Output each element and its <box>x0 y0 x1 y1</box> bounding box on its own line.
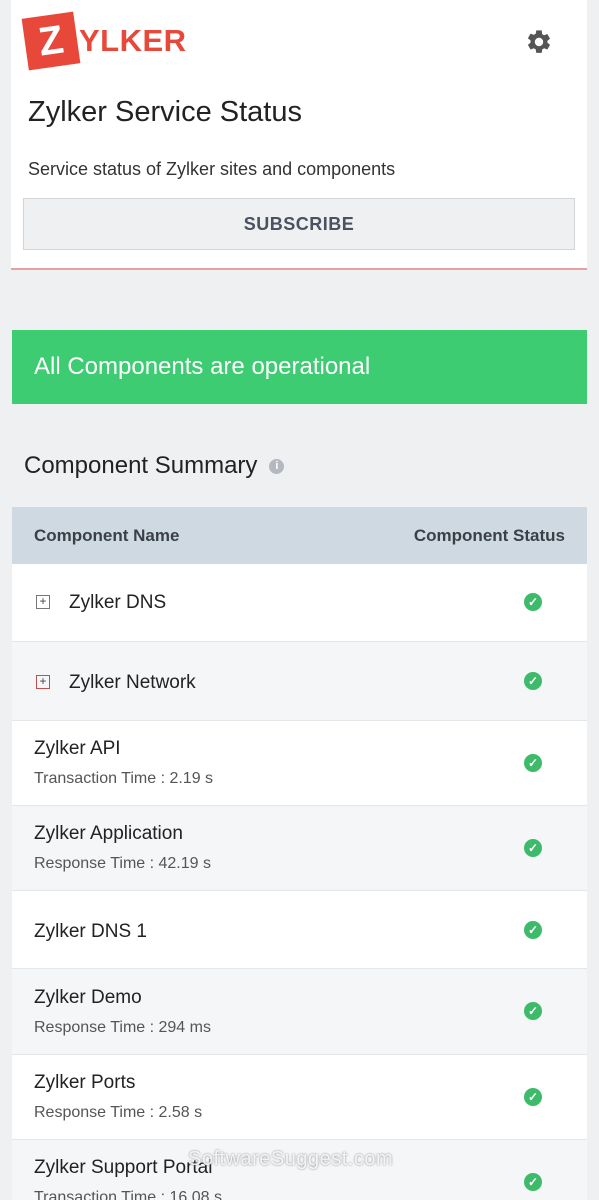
component-name: Zylker DNS 1 <box>34 921 147 942</box>
component-name: Zylker API <box>34 738 121 759</box>
check-circle-icon: ✓ <box>524 1173 542 1191</box>
column-header-status: Component Status <box>413 525 565 545</box>
table-row[interactable]: + Zylker Network ✓ <box>12 642 587 721</box>
header-card: Z YLKER Zylker Service Status Service st… <box>11 0 587 270</box>
component-name: Zylker Network <box>69 672 196 693</box>
watermark: SoftwareSuggest.com <box>188 1148 394 1170</box>
table-header: Component Name Component Status <box>12 507 587 564</box>
component-metric: Transaction Time : 16.08 s <box>34 1189 222 1200</box>
logo-text: YLKER <box>79 23 187 58</box>
check-circle-icon: ✓ <box>524 593 542 611</box>
component-table: Component Name Component Status + Zylker… <box>12 507 587 1200</box>
table-row[interactable]: Zylker DNS 1 ✓ <box>12 891 587 969</box>
check-circle-icon: ✓ <box>524 921 542 939</box>
component-metric: Response Time : 294 ms <box>34 1019 211 1036</box>
component-metric: Response Time : 2.58 s <box>34 1104 203 1121</box>
table-row[interactable]: + Zylker DNS ✓ <box>12 564 587 642</box>
gear-icon[interactable] <box>525 28 553 56</box>
check-circle-icon: ✓ <box>524 839 542 857</box>
check-circle-icon: ✓ <box>524 1002 542 1020</box>
table-row[interactable]: Zylker Ports Response Time : 2.58 s ✓ <box>12 1055 587 1140</box>
page-subtitle: Service status of Zylker sites and compo… <box>28 159 396 179</box>
table-row[interactable]: Zylker Application Response Time : 42.19… <box>12 806 587 891</box>
subscribe-button[interactable]: SUBSCRIBE <box>23 198 575 250</box>
check-circle-icon: ✓ <box>524 754 542 772</box>
component-name: Zylker DNS <box>69 592 167 613</box>
overall-status-banner: All Components are operational <box>12 330 587 404</box>
component-metric: Transaction Time : 2.19 s <box>34 770 214 787</box>
page-title: Zylker Service Status <box>28 96 302 128</box>
logo-mark: Z <box>21 11 81 71</box>
status-page: Z YLKER Zylker Service Status Service st… <box>0 0 599 1200</box>
component-name: Zylker Application <box>34 823 183 844</box>
component-summary-heading: Component Summary i <box>24 452 285 480</box>
component-name: Zylker Ports <box>34 1072 136 1093</box>
component-name: Zylker Support Portal <box>34 1157 213 1178</box>
table-row[interactable]: Zylker API Transaction Time : 2.19 s ✓ <box>12 721 587 806</box>
expand-icon[interactable]: + <box>36 675 50 689</box>
zylker-logo[interactable]: Z YLKER <box>21 11 187 71</box>
expand-icon[interactable]: + <box>36 595 50 609</box>
table-row[interactable]: Zylker Demo Response Time : 294 ms ✓ <box>12 969 587 1055</box>
component-summary-title: Component Summary <box>24 452 258 479</box>
check-circle-icon: ✓ <box>524 672 542 690</box>
column-header-name: Component Name <box>34 525 180 545</box>
component-name: Zylker Demo <box>34 987 142 1008</box>
info-icon[interactable]: i <box>269 458 285 474</box>
check-circle-icon: ✓ <box>524 1088 542 1106</box>
component-metric: Response Time : 42.19 s <box>34 855 211 872</box>
